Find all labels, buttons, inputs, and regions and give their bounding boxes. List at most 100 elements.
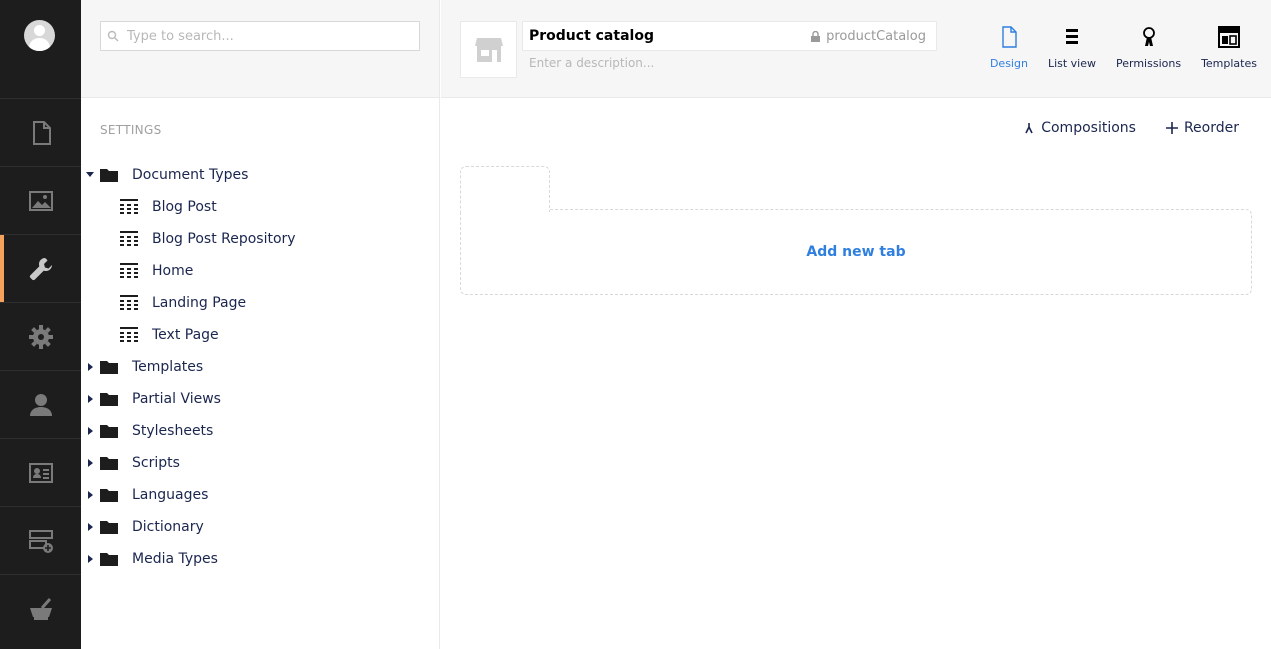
tree-header [81, 0, 439, 98]
tree-node-blog-post[interactable]: Blog Post [81, 191, 440, 223]
tree-node-languages[interactable]: Languages [81, 479, 440, 511]
view-templates[interactable]: Templates [1201, 26, 1257, 70]
section-settings[interactable] [0, 234, 81, 302]
folder-icon [100, 457, 118, 470]
member-card-icon [28, 462, 53, 483]
tree-node-label: Languages [132, 487, 209, 503]
compositions-button[interactable]: Compositions [1023, 120, 1136, 136]
settings-tree: Document Types Blog Post Blog Post Repos… [81, 159, 440, 575]
reorder-button[interactable]: Reorder [1165, 120, 1239, 136]
gear-icon [28, 324, 53, 349]
folder-icon [100, 169, 118, 182]
keys-icon [1142, 27, 1155, 46]
section-content[interactable] [0, 98, 81, 166]
icon-picker[interactable] [460, 21, 517, 78]
section-forms[interactable] [0, 506, 81, 574]
tree-node-dictionary[interactable]: Dictionary [81, 511, 440, 543]
tab-drop-area: Add new tab [460, 209, 1252, 295]
caret-right-icon[interactable] [88, 491, 93, 499]
tree-node-label: Stylesheets [132, 423, 214, 439]
folder-icon [100, 425, 118, 438]
tree-node-templates[interactable]: Templates [81, 351, 440, 383]
tree-panel: SETTINGS Document Types Blog Post Blog P… [81, 0, 440, 649]
document-type-icon [120, 199, 138, 214]
lock-icon[interactable] [811, 31, 821, 42]
tree-node-stylesheets[interactable]: Stylesheets [81, 415, 440, 447]
tree-node-media-types[interactable]: Media Types [81, 543, 440, 575]
section-users[interactable] [0, 370, 81, 438]
caret-right-icon[interactable] [88, 395, 93, 403]
tree-node-blog-post-repository[interactable]: Blog Post Repository [81, 223, 440, 255]
search-input[interactable] [127, 28, 407, 44]
view-design[interactable]: Design [990, 26, 1028, 70]
tree-node-home[interactable]: Home [81, 255, 440, 287]
tree-node-text-page[interactable]: Text Page [81, 319, 440, 351]
tree-node-label: Landing Page [152, 295, 247, 311]
tree-node-landing-page[interactable]: Landing Page [81, 287, 440, 319]
view-label: Permissions [1116, 57, 1182, 70]
caret-right-icon[interactable] [88, 459, 93, 467]
tree-node-document-types[interactable]: Document Types [81, 159, 440, 191]
tree-node-label: Partial Views [132, 391, 221, 407]
section-translation[interactable] [0, 574, 81, 642]
merge-icon [1025, 123, 1033, 134]
document-icon [1002, 26, 1017, 48]
view-permissions[interactable]: Permissions [1116, 26, 1181, 70]
name-field[interactable]: product Catalog [522, 21, 937, 51]
tree-node-label: Document Types [132, 167, 249, 183]
caret-right-icon[interactable] [88, 427, 93, 435]
section-packages[interactable] [0, 302, 81, 370]
tree-node-label: Home [152, 263, 194, 279]
folder-icon [100, 521, 118, 534]
tree-node-label: Blog Post Repository [152, 231, 296, 247]
view-label: Design [989, 57, 1028, 70]
caret-right-icon[interactable] [88, 523, 93, 531]
name-input[interactable] [523, 28, 803, 44]
editor-actions: Compositions Reorder [993, 120, 1239, 136]
section-members[interactable] [0, 438, 81, 506]
reorder-label: Reorder [1183, 120, 1239, 136]
view-label: List view [1047, 57, 1096, 70]
caret-right-icon[interactable] [88, 555, 93, 563]
alias-field[interactable]: productCatalog [811, 29, 926, 44]
search-icon [107, 30, 119, 42]
avatar[interactable] [24, 20, 55, 51]
view-switcher: Design List view Permissions Templates [970, 26, 1257, 70]
user-icon [29, 393, 52, 416]
section-media[interactable] [0, 166, 81, 234]
document-icon [32, 120, 51, 145]
tree-node-scripts[interactable]: Scripts [81, 447, 440, 479]
section-title: SETTINGS [100, 123, 162, 137]
alias-text: productCatalog [826, 29, 926, 44]
editor: productCatalog Enter a description... De… [441, 0, 1271, 649]
folder-icon [100, 393, 118, 406]
editor-header: productCatalog Enter a description... De… [441, 0, 1271, 98]
image-icon [28, 190, 53, 211]
forms-icon [28, 529, 53, 553]
mortar-icon [29, 597, 52, 620]
tree-node-label: Templates [132, 359, 204, 375]
view-list-view[interactable]: List view [1048, 26, 1096, 70]
store-icon [474, 37, 503, 62]
wrench-icon [29, 257, 52, 280]
tree-node-label: Media Types [132, 551, 218, 567]
caret-down-icon[interactable] [86, 172, 94, 177]
folder-icon [100, 489, 118, 502]
compositions-label: Compositions [1041, 120, 1136, 136]
tree-node-partial-views[interactable]: Partial Views [81, 383, 440, 415]
tree-node-label: Text Page [152, 327, 219, 343]
section-nav [0, 98, 81, 642]
caret-right-icon[interactable] [88, 363, 93, 371]
tree-node-label: Scripts [132, 455, 180, 471]
add-new-tab-button[interactable]: Add new tab [806, 244, 905, 260]
document-type-icon [120, 327, 138, 342]
layout-icon [1218, 26, 1241, 48]
list-icon [1065, 29, 1078, 44]
new-tab-placeholder[interactable] [460, 166, 550, 212]
search-box[interactable] [100, 21, 420, 51]
document-type-icon [120, 295, 138, 310]
folder-icon [100, 553, 118, 566]
folder-icon [100, 361, 118, 374]
tree-node-label: Dictionary [132, 519, 204, 535]
description-input[interactable]: Enter a description... [529, 56, 654, 70]
